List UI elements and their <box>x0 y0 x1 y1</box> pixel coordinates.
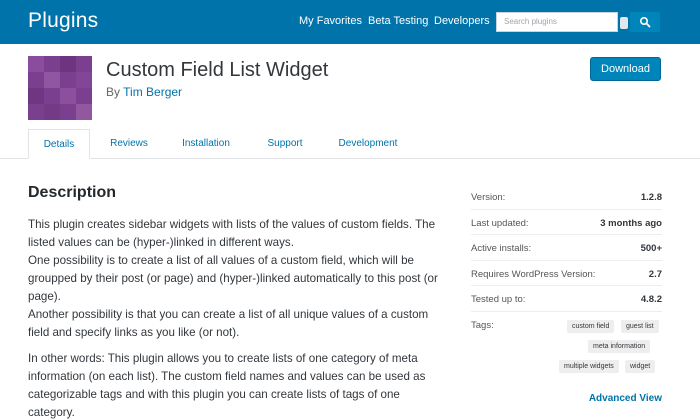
tag-link[interactable]: multiple widgets <box>559 359 619 373</box>
meta-value: 3 months ago <box>600 217 662 229</box>
meta-label: Requires WordPress Version: <box>471 268 596 280</box>
meta-label: Tested up to: <box>471 294 526 306</box>
advanced-view-link[interactable]: Advanced View <box>589 393 662 404</box>
nav-beta-testing[interactable]: Beta Testing <box>368 15 428 27</box>
tab-support[interactable]: Support <box>254 129 316 159</box>
description-paragraph: Another possibility is that you can crea… <box>28 308 429 339</box>
tag-link[interactable]: widget <box>625 359 656 373</box>
nav-developers[interactable]: Developers <box>434 15 490 27</box>
meta-row-tags: Tags: custom field guest list meta infor… <box>471 312 662 392</box>
tab-reviews[interactable]: Reviews <box>100 129 158 159</box>
plugin-tabs: Details Reviews Installation Support Dev… <box>0 129 700 159</box>
plugin-icon-pattern <box>28 56 92 120</box>
author-link[interactable]: Tim Berger <box>123 85 182 99</box>
description-body: This plugin creates sidebar widgets with… <box>28 216 448 420</box>
search-options-icon[interactable] <box>620 17 628 29</box>
plugin-byline: By Tim Berger <box>106 85 182 99</box>
description-paragraph: This plugin creates sidebar widgets with… <box>28 218 436 249</box>
plugin-icon <box>28 56 92 120</box>
tag-link[interactable]: meta information <box>588 339 651 353</box>
tab-development[interactable]: Development <box>328 129 408 159</box>
tags-label: Tags: <box>471 319 494 331</box>
description-paragraph: In other words: This plugin allows you t… <box>28 352 426 419</box>
meta-label: Version: <box>471 192 506 203</box>
meta-value: 1.2.8 <box>640 192 662 203</box>
search-button[interactable] <box>630 12 660 32</box>
meta-row-tested-up-to: Tested up to: 4.8.2 <box>471 286 662 312</box>
meta-row-requires-wp: Requires WordPress Version: 2.7 <box>471 261 662 287</box>
tab-details[interactable]: Details <box>28 129 90 159</box>
meta-value: 4.8.2 <box>640 294 662 306</box>
meta-row-version: Version: 1.2.8 <box>471 184 662 210</box>
description-heading: Description <box>28 184 117 201</box>
meta-value: 500+ <box>640 243 662 255</box>
brand-title[interactable]: Plugins <box>28 9 98 33</box>
meta-row-last-updated: Last updated: 3 months ago <box>471 210 662 236</box>
search-input[interactable]: Search plugins <box>496 12 618 32</box>
download-button[interactable]: Download <box>590 57 661 81</box>
plugin-meta: Version: 1.2.8 Last updated: 3 months ag… <box>471 184 662 392</box>
search-icon <box>639 16 651 28</box>
nav-my-favorites[interactable]: My Favorites <box>299 15 362 27</box>
meta-label: Last updated: <box>471 217 529 229</box>
tab-installation[interactable]: Installation <box>170 129 242 159</box>
plugin-title: Custom Field List Widget <box>106 59 329 81</box>
meta-label: Active installs: <box>471 243 532 255</box>
tag-link[interactable]: guest list <box>621 319 659 333</box>
meta-row-active-installs: Active installs: 500+ <box>471 235 662 261</box>
top-bar: Plugins My Favorites Beta Testing Develo… <box>0 0 700 44</box>
description-paragraph: One possibility is to create a list of a… <box>28 254 438 303</box>
meta-value: 2.7 <box>648 268 662 280</box>
by-label: By <box>106 85 121 99</box>
tag-link[interactable]: custom field <box>567 319 615 333</box>
